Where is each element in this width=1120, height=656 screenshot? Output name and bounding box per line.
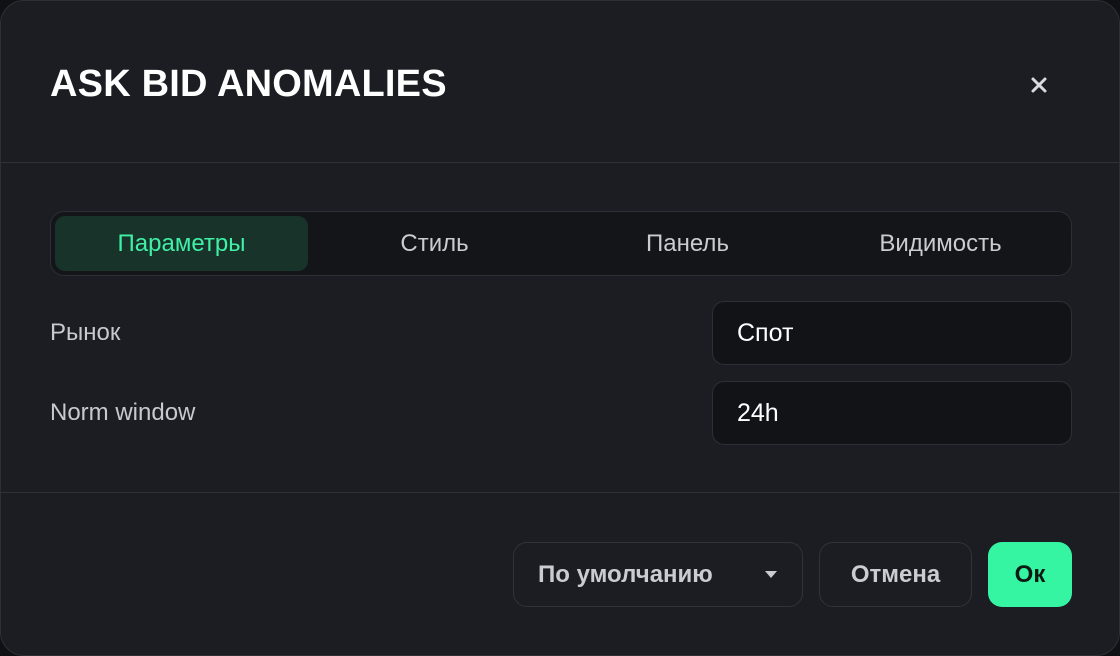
market-select[interactable]: Спот bbox=[712, 301, 1072, 365]
footer-divider bbox=[1, 492, 1119, 493]
ok-button[interactable]: Ок bbox=[988, 542, 1072, 607]
tab-bar: Параметры Стиль Панель Видимость bbox=[50, 211, 1072, 276]
settings-dialog: ASK BID ANOMALIES Параметры Стиль Панель… bbox=[0, 0, 1120, 656]
caret-down-icon bbox=[764, 570, 778, 579]
market-label: Рынок bbox=[50, 319, 121, 346]
close-button[interactable] bbox=[1019, 65, 1059, 105]
market-row: Рынок Спот bbox=[50, 301, 1072, 365]
defaults-dropdown-button[interactable]: По умолчанию bbox=[513, 542, 803, 607]
cancel-button[interactable]: Отмена bbox=[819, 542, 972, 607]
tab-style[interactable]: Стиль bbox=[308, 216, 561, 271]
norm-window-select[interactable]: 24h bbox=[712, 381, 1072, 445]
tab-parameters[interactable]: Параметры bbox=[55, 216, 308, 271]
dialog-title: ASK BID ANOMALIES bbox=[50, 63, 447, 105]
defaults-button-label: По умолчанию bbox=[538, 560, 713, 588]
tab-panel[interactable]: Панель bbox=[561, 216, 814, 271]
norm-window-row: Norm window 24h bbox=[50, 381, 1072, 445]
close-icon bbox=[1031, 77, 1047, 93]
tab-visibility[interactable]: Видимость bbox=[814, 216, 1067, 271]
dialog-header: ASK BID ANOMALIES bbox=[1, 1, 1119, 163]
norm-window-label: Norm window bbox=[50, 399, 196, 426]
